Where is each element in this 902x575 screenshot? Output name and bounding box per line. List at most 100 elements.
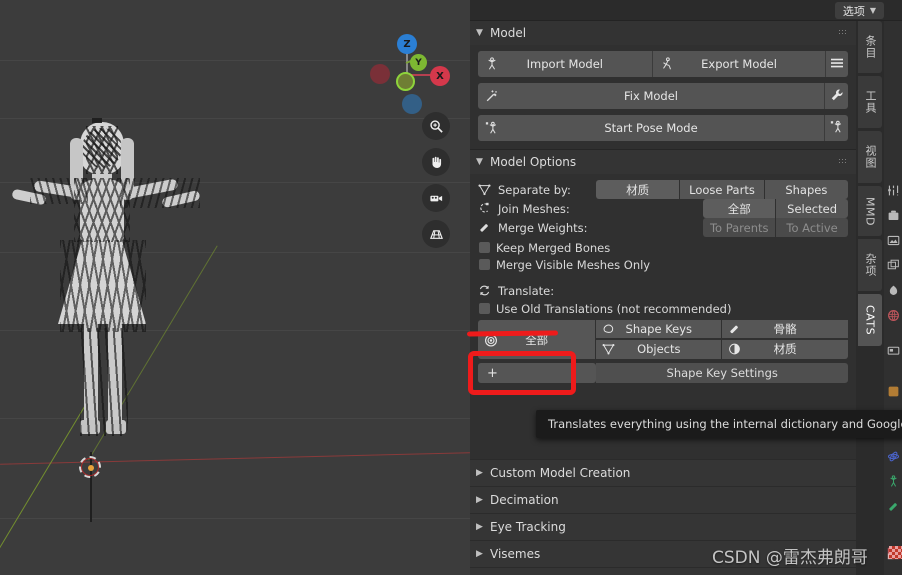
hand-icon[interactable] [422, 148, 450, 176]
translate-bones-label: 骨骼 [773, 322, 797, 336]
export-model-button[interactable]: Export Model [651, 51, 826, 77]
view-layer-icon[interactable] [886, 258, 900, 272]
model-menu-button[interactable] [825, 51, 848, 77]
shape-key-settings-button[interactable]: Shape Key Settings [596, 363, 848, 383]
separate-by-row: Separate by: 材质 Loose Parts Shapes [478, 180, 848, 199]
separate-by-loose-parts[interactable]: Loose Parts [680, 180, 765, 199]
join-meshes-row: Join Meshes: 全部 Selected [478, 199, 849, 218]
bone-icon [728, 323, 741, 336]
merge-weights-to-parents[interactable]: To Parents [703, 218, 777, 237]
mesh-data-icon [478, 183, 498, 196]
start-pose-mode-button[interactable]: Start Pose Mode [478, 115, 824, 141]
csdn-watermark: CSDN @雷杰弗朗哥 [712, 548, 868, 568]
keep-merged-bones-checkbox[interactable] [479, 242, 490, 253]
separate-by-material[interactable]: 材质 [596, 180, 681, 199]
translate-bones-button[interactable]: 骨骼 [722, 320, 848, 339]
armature-icon [485, 57, 499, 71]
3d-viewport[interactable]: Z Y X [0, 0, 470, 575]
chevron-right-icon: ▶ [476, 549, 483, 559]
merge-visible-meshes-label: Merge Visible Meshes Only [496, 257, 651, 272]
panel-header-model[interactable]: ▼ Model [470, 21, 856, 45]
blender-window: Z Y X 选项 ▼ ▼ Model Import Model Export M… [0, 0, 902, 575]
tab-tool[interactable]: 工具 [858, 76, 882, 128]
render-icon[interactable] [886, 208, 900, 222]
import-model-button[interactable]: Import Model [478, 51, 652, 77]
hamburger-icon [830, 57, 844, 72]
options-label: 选项 [842, 4, 865, 18]
csdn-logo-icon [889, 546, 902, 559]
model-options-body: Separate by: 材质 Loose Parts Shapes Join … [470, 174, 856, 383]
panel-header-custom-model-creation[interactable]: ▶ Custom Model Creation [470, 459, 856, 486]
chevron-down-icon: ▼ [476, 157, 483, 167]
fix-model-label: Fix Model [624, 89, 678, 103]
merge-weights-to-active[interactable]: To Active [776, 218, 849, 237]
merge-visible-meshes-checkbox[interactable] [479, 259, 490, 270]
keep-merged-bones-row[interactable]: Keep Merged Bones [478, 239, 848, 256]
sidebar-tab-strip[interactable]: 条目 工具 视图 MMD 杂项 CATS [856, 21, 884, 575]
use-old-translations-checkbox[interactable] [479, 303, 490, 314]
physics-icon[interactable] [886, 449, 900, 463]
navigation-gizmo[interactable]: Z Y X [362, 26, 452, 114]
bone-data-icon[interactable] [886, 499, 900, 513]
gizmo-axis-x-neg[interactable] [370, 64, 390, 84]
tool-icon[interactable] [886, 183, 900, 197]
gizmo-axis-z[interactable]: Z [397, 34, 417, 54]
translate-all-button[interactable]: 全部 [478, 320, 597, 359]
tab-cats[interactable]: CATS [858, 294, 882, 346]
viewport-nav-buttons[interactable] [422, 112, 452, 256]
object-icon[interactable] [886, 384, 900, 398]
pose-mode-row: Start Pose Mode [478, 115, 848, 141]
shapekey-icon [602, 323, 615, 336]
panel-header-bone-parenting[interactable]: ▶ Bone Parenting [470, 567, 856, 575]
magic-wand-icon [485, 89, 499, 103]
fix-model-button[interactable]: Fix Model [478, 83, 824, 109]
gizmo-axis-y[interactable]: Y [410, 54, 427, 71]
cats-sidebar-panel[interactable]: ▼ Model Import Model Export Model Fix Mo… [470, 21, 856, 575]
merge-weights-row: Merge Weights: To Parents To Active [478, 218, 849, 237]
drag-grip[interactable] [838, 29, 848, 36]
tab-mmd[interactable]: MMD [858, 186, 882, 236]
grid-icon[interactable] [422, 220, 450, 248]
chevron-right-icon: ▶ [476, 468, 483, 478]
gizmo-axis-x[interactable]: X [430, 66, 450, 86]
merge-visible-meshes-row[interactable]: Merge Visible Meshes Only [478, 256, 848, 273]
panel-header-eye-tracking[interactable]: ▶ Eye Tracking [470, 513, 856, 540]
3d-cursor [79, 456, 101, 478]
scene-icon[interactable] [886, 283, 900, 297]
panel-title-model: Model [490, 26, 527, 40]
gizmo-axis-z-neg[interactable] [402, 94, 422, 114]
translate-shape-keys-button[interactable]: Shape Keys [596, 320, 723, 339]
tab-view[interactable]: 视图 [858, 131, 882, 183]
fix-model-row: Fix Model [478, 83, 848, 109]
use-old-translations-row[interactable]: Use Old Translations (not recommended) [478, 300, 848, 317]
pose-mode-options-button[interactable] [824, 115, 848, 141]
armature-data-icon[interactable] [886, 474, 900, 488]
translate-objects-label: Objects [637, 342, 681, 356]
world-icon[interactable] [886, 308, 900, 322]
panel-title: Eye Tracking [490, 520, 566, 534]
zoom-tool-icon[interactable] [422, 112, 450, 140]
panel-header-decimation[interactable]: ▶ Decimation [470, 486, 856, 513]
export-model-label: Export Model [701, 57, 777, 71]
translate-shape-keys-label: Shape Keys [625, 322, 693, 336]
fix-model-settings-button[interactable] [824, 83, 848, 109]
drag-grip[interactable] [838, 158, 848, 165]
separate-by-shapes[interactable]: Shapes [764, 180, 848, 199]
character-model[interactable] [11, 118, 252, 490]
join-meshes-label: Join Meshes: [498, 201, 570, 216]
wrench-icon [830, 88, 844, 105]
options-dropdown[interactable]: 选项 ▼ [834, 2, 884, 19]
join-meshes-selected[interactable]: Selected [776, 199, 849, 218]
panel-header-model-options[interactable]: ▼ Model Options [470, 150, 856, 174]
camera-icon[interactable] [422, 184, 450, 212]
translate-materials-button[interactable]: 材质 [722, 339, 848, 359]
tab-item[interactable]: 条目 [858, 21, 882, 73]
add-button[interactable]: + [478, 363, 597, 383]
output-icon[interactable] [886, 233, 900, 247]
properties-editor-rail[interactable] [884, 21, 902, 575]
gizmo-axis-y-neg[interactable] [396, 72, 415, 91]
tab-misc[interactable]: 杂项 [858, 239, 882, 291]
translate-objects-button[interactable]: Objects [596, 339, 723, 359]
join-meshes-all[interactable]: 全部 [703, 199, 777, 218]
collection-icon[interactable] [886, 343, 900, 357]
